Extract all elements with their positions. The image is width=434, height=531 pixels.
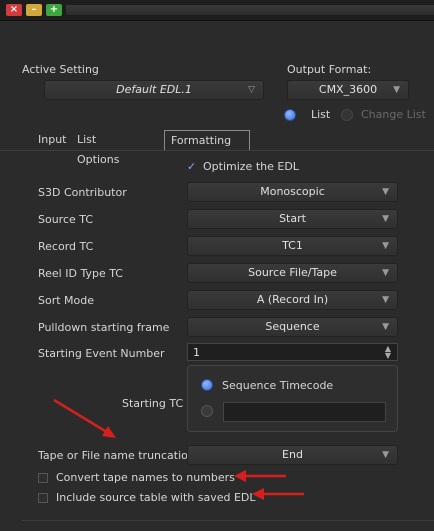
pulldown-starting-frame-dropdown[interactable]: Sequence ▼ — [187, 317, 398, 337]
maximize-window-button[interactable]: + — [46, 4, 62, 16]
reel-id-type-tc-dropdown[interactable]: Source File/Tape ▼ — [187, 263, 398, 283]
pulldown-starting-frame-label: Pulldown starting frame — [38, 321, 170, 334]
custom-timecode-radio[interactable] — [201, 405, 213, 417]
optimize-edl-label: Optimize the EDL — [203, 160, 299, 173]
active-setting-value: Default EDL.1 — [116, 83, 192, 96]
include-source-table-label: Include source table with saved EDL — [56, 491, 256, 504]
reel-id-type-tc-value: Source File/Tape — [248, 266, 337, 279]
s3d-contributor-dropdown[interactable]: Monoscopic ▼ — [187, 182, 398, 202]
output-format-value: CMX_3600 — [318, 83, 378, 96]
annotation-arrow-icon — [53, 398, 116, 438]
minimize-window-button[interactable]: – — [26, 4, 42, 16]
bottom-divider — [22, 520, 434, 521]
s3d-contributor-label: S3D Contributor — [38, 186, 127, 199]
chevron-down-icon: ▼ — [382, 268, 389, 278]
chevron-down-icon: ▽ — [248, 85, 255, 95]
tab-divider — [0, 150, 434, 151]
source-tc-value: Start — [279, 212, 306, 225]
convert-tape-names-checkbox[interactable] — [38, 473, 48, 483]
s3d-contributor-value: Monoscopic — [260, 185, 325, 198]
chevron-down-icon: ▼ — [393, 85, 400, 95]
pulldown-starting-frame-value: Sequence — [265, 320, 320, 333]
tab-formatting[interactable]: Formatting — [164, 130, 250, 150]
optimize-edl-checkbox[interactable]: ✓ — [187, 160, 196, 173]
starting-tc-group: Sequence Timecode — [187, 365, 398, 432]
chevron-down-icon: ▼ — [382, 322, 389, 332]
truncation-label: Tape or File name truncation — [38, 449, 195, 462]
sort-mode-dropdown[interactable]: A (Record In) ▼ — [187, 290, 398, 310]
chevron-down-icon: ▼ — [382, 187, 389, 197]
source-tc-dropdown[interactable]: Start ▼ — [187, 209, 398, 229]
source-tc-label: Source TC — [38, 213, 94, 226]
include-source-table-checkbox[interactable] — [38, 493, 48, 503]
window-titlebar: × – + — [0, 0, 434, 21]
tab-input[interactable]: Input — [38, 130, 66, 150]
starting-event-number-label: Starting Event Number — [38, 347, 165, 360]
record-tc-dropdown[interactable]: TC1 ▼ — [187, 236, 398, 256]
sequence-timecode-label: Sequence Timecode — [222, 379, 334, 392]
starting-event-number-value: 1 — [193, 346, 200, 359]
chevron-down-icon: ▼ — [382, 214, 389, 224]
custom-timecode-input[interactable] — [223, 402, 386, 422]
output-format-dropdown[interactable]: CMX_3600 ▼ — [287, 80, 409, 100]
convert-tape-names-label: Convert tape names to numbers — [56, 471, 235, 484]
change-list-radio[interactable] — [341, 109, 353, 121]
record-tc-label: Record TC — [38, 240, 94, 253]
annotation-arrow-icon — [252, 488, 304, 500]
chevron-down-icon: ▼ — [382, 450, 389, 460]
reel-id-type-tc-label: Reel ID Type TC — [38, 267, 123, 280]
annotation-arrow-icon — [234, 470, 286, 482]
active-setting-label: Active Setting — [22, 63, 99, 76]
list-radio-label: List — [311, 108, 331, 121]
list-radio[interactable] — [284, 109, 296, 121]
truncation-value: End — [282, 448, 303, 461]
truncation-dropdown[interactable]: End ▼ — [187, 445, 398, 465]
stepper-arrows-icon[interactable]: ▲ ▼ — [385, 345, 391, 360]
active-setting-dropdown[interactable]: Default EDL.1 ▽ — [44, 80, 264, 100]
sequence-timecode-radio[interactable] — [201, 379, 213, 391]
output-format-label: Output Format: — [287, 63, 372, 76]
change-list-radio-label: Change List — [361, 108, 426, 121]
close-window-button[interactable]: × — [6, 4, 22, 16]
record-tc-value: TC1 — [282, 239, 303, 252]
chevron-down-icon: ▼ — [382, 295, 389, 305]
titlebar-strip — [66, 5, 434, 15]
starting-tc-label: Starting TC — [122, 397, 184, 410]
starting-event-number-stepper[interactable]: 1 ▲ ▼ — [187, 343, 398, 361]
chevron-down-icon: ▼ — [382, 241, 389, 251]
sort-mode-value: A (Record In) — [256, 293, 329, 306]
tab-list-options[interactable]: List Options — [77, 130, 119, 166]
sort-mode-label: Sort Mode — [38, 294, 95, 307]
